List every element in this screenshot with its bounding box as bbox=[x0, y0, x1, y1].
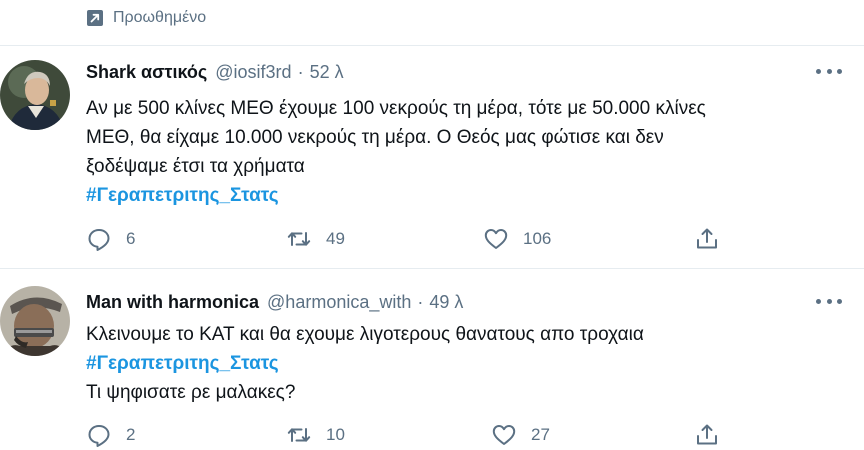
heart-icon bbox=[492, 425, 516, 445]
hashtag-link[interactable]: #Γεραπετριτης_Στατς bbox=[86, 181, 846, 210]
share-icon bbox=[697, 424, 717, 445]
retweet-count: 49 bbox=[326, 229, 345, 248]
avatar[interactable] bbox=[0, 286, 70, 356]
tweet-actions: 6 49 106 bbox=[86, 226, 726, 254]
user-handle[interactable]: @iosif3rd bbox=[215, 62, 291, 83]
timestamp[interactable]: 52 λ bbox=[310, 62, 344, 83]
separator-dot: · bbox=[297, 61, 304, 82]
separator-dot: · bbox=[417, 291, 424, 312]
display-name[interactable]: Shark αστικός bbox=[86, 62, 207, 83]
promoted-label-row: Προωθημένο bbox=[86, 7, 206, 29]
tweet-text-line: Τι ψηφισατε ρε μαλακες? bbox=[86, 382, 296, 403]
share-icon bbox=[697, 228, 717, 249]
retweet-icon bbox=[287, 428, 311, 442]
tweet-text-line: Κλεινουμε το ΚΑΤ και θα εχουμε λιγοτερου… bbox=[86, 324, 644, 345]
divider bbox=[0, 45, 864, 46]
retweet-icon bbox=[287, 232, 311, 246]
like-count: 27 bbox=[531, 425, 550, 444]
retweet-button[interactable]: 49 bbox=[286, 226, 345, 252]
tweet-text: Αν με 500 κλίνες ΜΕΘ έχουμε 100 νεκρούς … bbox=[86, 94, 846, 210]
tweet-text-line: ΜΕΘ, θα είχαμε 10.000 νεκρούς τη μέρα. Ο… bbox=[86, 127, 664, 148]
tweet-header: Shark αστικός @iosif3rd · 52 λ bbox=[86, 60, 344, 84]
like-button[interactable]: 106 bbox=[483, 226, 551, 252]
reply-button[interactable]: 6 bbox=[86, 226, 135, 252]
tweet-text-line: Αν με 500 κλίνες ΜΕΘ έχουμε 100 νεκρούς … bbox=[86, 98, 706, 119]
tweet-actions: 2 10 27 bbox=[86, 422, 726, 450]
share-button[interactable] bbox=[694, 422, 720, 448]
reply-icon bbox=[88, 229, 110, 251]
share-button[interactable] bbox=[694, 226, 720, 252]
more-options-icon[interactable] bbox=[816, 296, 842, 306]
hashtag-link[interactable]: #Γεραπετριτης_Στατς bbox=[86, 349, 846, 378]
promoted-text: Προωθημένο bbox=[113, 9, 207, 26]
promoted-arrow-icon bbox=[86, 9, 104, 27]
like-button[interactable]: 27 bbox=[491, 422, 550, 448]
user-handle[interactable]: @harmonica_with bbox=[267, 292, 411, 313]
tweet-header: Man with harmonica @harmonica_with · 49 … bbox=[86, 290, 463, 314]
timestamp[interactable]: 49 λ bbox=[429, 292, 463, 313]
heart-icon bbox=[484, 229, 508, 249]
retweet-count: 10 bbox=[326, 425, 345, 444]
tweet[interactable]: Man with harmonica @harmonica_with · 49 … bbox=[0, 286, 864, 447]
reply-count: 2 bbox=[126, 425, 136, 444]
tweet-text: Κλεινουμε το ΚΑΤ και θα εχουμε λιγοτερου… bbox=[86, 320, 846, 407]
reply-count: 6 bbox=[126, 229, 136, 248]
like-count: 106 bbox=[523, 229, 552, 248]
tweet-text-line: ξοδέψαμε έτσι τα χρήματα bbox=[86, 156, 305, 177]
tweet[interactable]: Shark αστικός @iosif3rd · 52 λ Αν με 500… bbox=[0, 60, 864, 265]
reply-icon bbox=[88, 425, 110, 447]
reply-button[interactable]: 2 bbox=[86, 422, 135, 448]
display-name[interactable]: Man with harmonica bbox=[86, 292, 259, 313]
divider bbox=[0, 268, 864, 269]
retweet-button[interactable]: 10 bbox=[286, 422, 345, 448]
avatar[interactable] bbox=[0, 60, 70, 130]
more-options-icon[interactable] bbox=[816, 66, 842, 76]
